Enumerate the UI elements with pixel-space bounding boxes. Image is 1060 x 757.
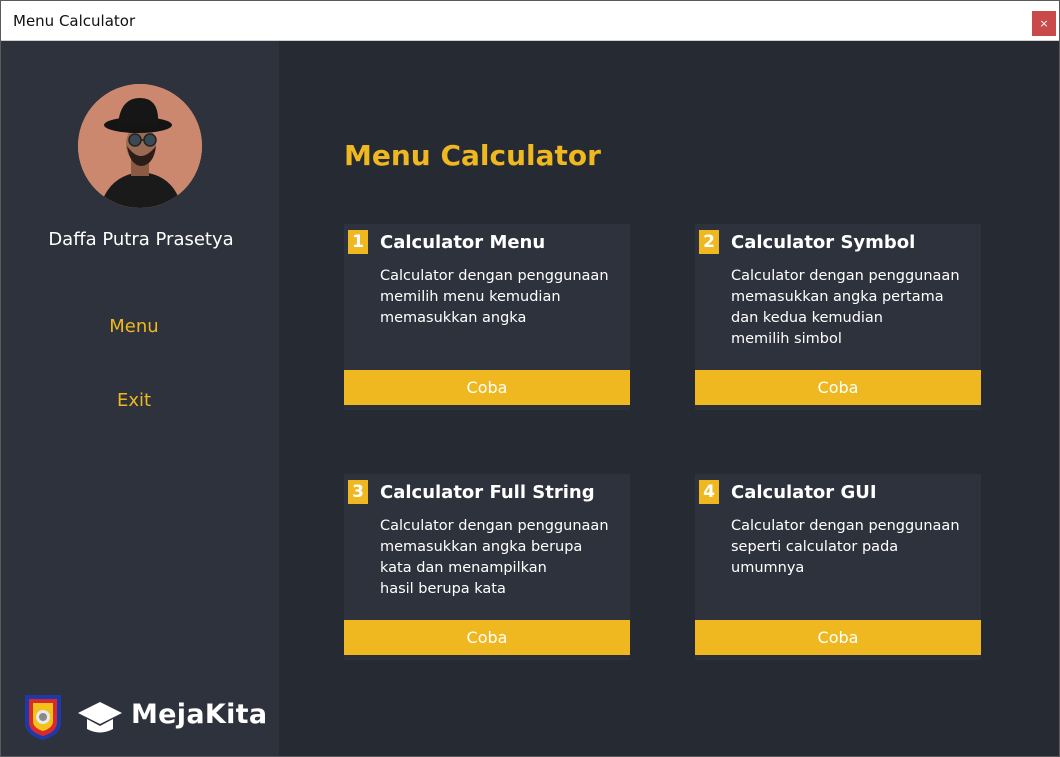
desc-line: kata dan menampilkan xyxy=(380,560,547,576)
desc-line: memasukkan angka xyxy=(380,310,527,326)
desc-line: umumnya xyxy=(731,560,805,576)
user-name: Daffa Putra Prasetya xyxy=(48,229,234,250)
crest-logo xyxy=(25,695,61,740)
desc-line: seperti calculator pada xyxy=(731,539,899,555)
main-content: Menu Calculator 1 Calculator Menu Calcul… xyxy=(279,41,1059,756)
window-title: Menu Calculator xyxy=(13,12,136,30)
desc-line: Calculator dengan penggunaan xyxy=(380,268,609,284)
nav-exit[interactable]: Exit xyxy=(41,390,227,411)
close-icon: × xyxy=(1039,17,1049,30)
card-number: 3 xyxy=(348,480,368,504)
desc-line: memilih simbol xyxy=(731,331,842,347)
sidebar: Daffa Putra Prasetya Menu Exit MejaKita xyxy=(1,41,279,756)
card-description: Calculator dengan penggunaan memasukkan … xyxy=(731,266,975,350)
card-title: Calculator Symbol xyxy=(731,232,916,253)
desc-line: Calculator dengan penggunaan xyxy=(731,518,960,534)
card-calculator-menu: 1 Calculator Menu Calculator dengan peng… xyxy=(344,224,630,410)
card-description: Calculator dengan penggunaan memasukkan … xyxy=(380,516,624,600)
card-shadow xyxy=(695,405,981,409)
card-shadow xyxy=(344,405,630,409)
card-title: Calculator Full String xyxy=(380,482,595,503)
desc-line: hasil berupa kata xyxy=(380,581,506,597)
card-title: Calculator GUI xyxy=(731,482,877,503)
card-calculator-gui: 4 Calculator GUI Calculator dengan pengg… xyxy=(695,474,981,660)
mejakita-logo-icon xyxy=(78,702,122,733)
nav-menu[interactable]: Menu xyxy=(41,316,227,337)
page-title: Menu Calculator xyxy=(344,139,601,172)
card-number: 4 xyxy=(699,480,719,504)
coba-button[interactable]: Coba xyxy=(344,620,630,655)
desc-line: memasukkan angka berupa xyxy=(380,539,583,555)
app-window: Menu Calculator × Daffa Putra Prasetya M… xyxy=(0,0,1060,757)
title-bar: Menu Calculator × xyxy=(1,1,1059,41)
desc-line: Calculator dengan penggunaan xyxy=(731,268,960,284)
avatar-image xyxy=(78,84,202,208)
desc-line: dan kedua kemudian xyxy=(731,310,884,326)
desc-line: memilih menu kemudian xyxy=(380,289,561,305)
desc-line: memasukkan angka pertama xyxy=(731,289,944,305)
brand-name: MejaKita xyxy=(131,699,268,730)
card-shadow xyxy=(695,655,981,659)
card-shadow xyxy=(344,655,630,659)
card-number: 2 xyxy=(699,230,719,254)
coba-button[interactable]: Coba xyxy=(695,620,981,655)
desc-line: Calculator dengan penggunaan xyxy=(380,518,609,534)
card-calculator-symbol: 2 Calculator Symbol Calculator dengan pe… xyxy=(695,224,981,410)
card-description: Calculator dengan penggunaan seperti cal… xyxy=(731,516,975,579)
close-button[interactable]: × xyxy=(1032,11,1056,36)
card-number: 1 xyxy=(348,230,368,254)
card-calculator-full-string: 3 Calculator Full String Calculator deng… xyxy=(344,474,630,660)
card-description: Calculator dengan penggunaan memilih men… xyxy=(380,266,624,329)
coba-button[interactable]: Coba xyxy=(695,370,981,405)
avatar xyxy=(78,84,202,208)
brand-area: MejaKita xyxy=(23,693,273,743)
coba-button[interactable]: Coba xyxy=(344,370,630,405)
card-title: Calculator Menu xyxy=(380,232,546,253)
